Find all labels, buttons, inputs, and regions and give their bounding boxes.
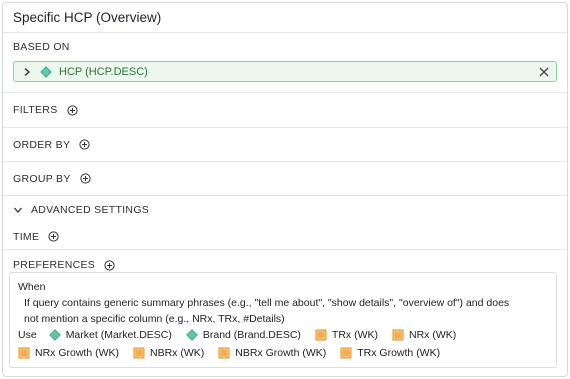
panel-title: Specific HCP (Overview) — [3, 3, 567, 33]
preferences-label: PREFERENCES — [13, 259, 96, 271]
use-item-label: NRx Growth (WK) — [35, 347, 119, 359]
use-item-label: NBRx (WK) — [150, 347, 205, 359]
based-on-chip-label: HCP (HCP.DESC) — [59, 65, 148, 78]
order-by-label: ORDER BY — [13, 138, 71, 151]
use-item-nbrx: NBRx (WK) — [133, 345, 204, 361]
measure-icon — [218, 347, 230, 359]
use-item-label: TRx Growth (WK) — [357, 347, 441, 359]
measure-icon — [392, 329, 404, 341]
add-filter-icon[interactable] — [66, 104, 78, 116]
use-item-trx: TRx (WK) — [315, 327, 378, 343]
use-item-nrx: NRx (WK) — [392, 327, 456, 343]
based-on-section: BASED ON HCP (HCP.DESC) — [3, 33, 567, 93]
close-icon[interactable] — [538, 66, 550, 78]
measure-icon — [18, 347, 30, 359]
use-item-nrx-growth: NRx Growth (WK) — [18, 345, 119, 361]
use-item-label: NRx (WK) — [409, 329, 457, 341]
preference-rule[interactable]: When If query contains generic summary p… — [9, 272, 557, 368]
add-group-by-icon[interactable] — [80, 173, 91, 184]
add-preference-icon[interactable] — [104, 259, 115, 271]
chevron-down-icon — [14, 207, 22, 213]
diamond-icon — [40, 65, 52, 78]
chevron-right-icon[interactable] — [22, 67, 32, 77]
filters-section: FILTERS — [3, 93, 567, 128]
advanced-settings-label: ADVANCED SETTINGS — [31, 204, 150, 216]
add-time-icon[interactable] — [48, 231, 59, 242]
based-on-label: BASED ON — [13, 41, 70, 53]
based-on-chip[interactable]: HCP (HCP.DESC) — [13, 61, 557, 82]
use-item-label: Brand (Brand.DESC) — [202, 329, 301, 341]
diamond-icon — [186, 329, 198, 341]
measure-icon — [315, 329, 327, 341]
time-label: TIME — [13, 230, 40, 243]
diamond-icon — [48, 329, 61, 341]
measure-icon — [340, 347, 352, 359]
rule-use-label: Use — [18, 329, 37, 341]
measure-icon — [133, 347, 145, 359]
add-order-by-icon[interactable] — [79, 139, 90, 150]
use-item-nbrx-growth: NBRx Growth (WK) — [218, 345, 326, 361]
use-item-market: Market (Market.DESC) — [48, 327, 172, 343]
use-item-label: TRx (WK) — [331, 329, 378, 341]
use-item-label: Market (Market.DESC) — [65, 329, 172, 341]
rule-use-row: Use Market (Market.DESC) Brand (Brand.DE… — [18, 327, 548, 361]
filters-label: FILTERS — [13, 104, 58, 116]
order-by-section: ORDER BY — [3, 128, 567, 162]
rule-condition-line1: If query contains generic summary phrase… — [24, 297, 510, 309]
group-by-section: GROUP BY — [3, 162, 567, 196]
use-item-label: NBRx Growth (WK) — [235, 347, 327, 359]
rule-when-label: When — [18, 281, 46, 293]
advanced-settings-toggle[interactable]: ADVANCED SETTINGS — [3, 196, 567, 224]
group-by-label: GROUP BY — [13, 172, 71, 185]
rule-condition-line2: not mention a specific column (e.g., NRx… — [24, 313, 285, 325]
use-item-trx-growth: TRx Growth (WK) — [340, 345, 440, 361]
use-item-brand: Brand (Brand.DESC) — [186, 327, 301, 343]
time-section: TIME — [3, 224, 567, 250]
